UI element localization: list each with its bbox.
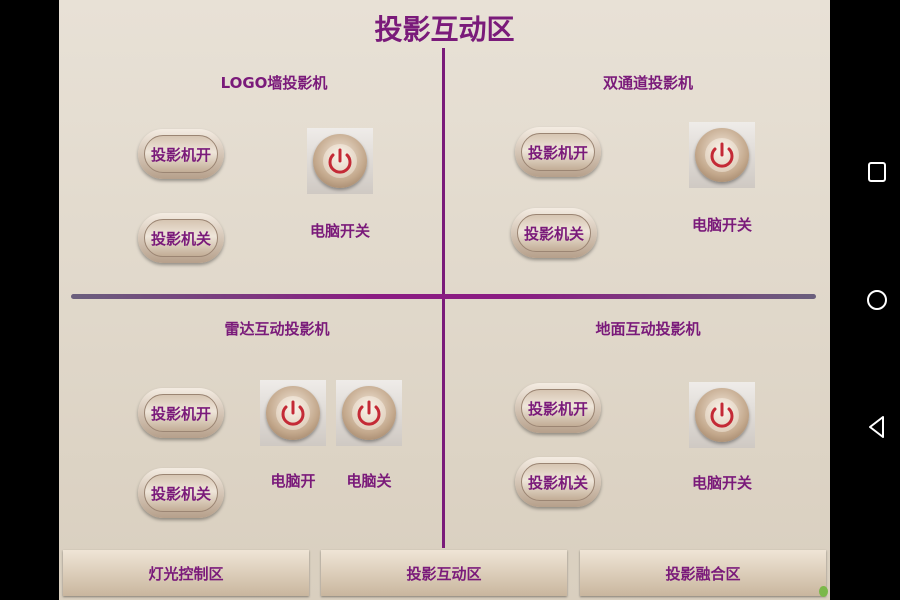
tab-projection-blending[interactable]: 投影融合区	[580, 550, 826, 596]
button-label: 投影机关	[521, 463, 595, 501]
floor-projector-on-button[interactable]: 投影机开	[515, 383, 601, 433]
back-triangle-icon[interactable]	[862, 412, 892, 442]
radar-projector-on-button[interactable]: 投影机开	[138, 388, 224, 438]
quadrant-title-dual-channel: 双通道投影机	[602, 74, 693, 92]
radar-pc-on-button[interactable]: 电脑开	[260, 380, 326, 490]
power-label: 电脑开关	[309, 222, 370, 240]
logo-projector-off-button[interactable]: 投影机关	[138, 213, 224, 263]
power-icon	[710, 142, 734, 168]
button-label: 投影机关	[517, 214, 591, 252]
button-label: 投影机关	[144, 219, 218, 257]
logo-projector-on-button[interactable]: 投影机开	[138, 129, 224, 179]
quadrant-title-floor: 地面互动投影机	[595, 320, 701, 338]
button-label: 投影机开	[144, 135, 218, 173]
tab-lighting-control[interactable]: 灯光控制区	[63, 550, 309, 596]
power-label: 电脑开关	[691, 474, 752, 492]
button-label: 投影机开	[144, 394, 218, 432]
power-icon	[357, 400, 381, 426]
logo-pc-power-button[interactable]: 电脑开关	[307, 128, 373, 240]
left-black-bar	[0, 0, 59, 600]
button-label: 投影机关	[144, 474, 218, 512]
quadrant-title-logo-wall: LOGO墙投影机	[220, 74, 328, 92]
power-icon	[328, 148, 352, 174]
button-label: 投影机开	[521, 389, 595, 427]
floor-pc-power-button[interactable]: 电脑开关	[689, 382, 755, 492]
floor-projector-off-button[interactable]: 投影机关	[515, 457, 601, 507]
dual-projector-on-button[interactable]: 投影机开	[515, 127, 601, 177]
radar-projector-off-button[interactable]: 投影机关	[138, 468, 224, 518]
power-label: 电脑开关	[691, 216, 752, 234]
status-indicator	[819, 586, 828, 597]
quadrant-title-radar: 雷达互动投影机	[224, 320, 330, 338]
dual-projector-off-button[interactable]: 投影机关	[511, 208, 597, 258]
control-screen: 投影互动区 LOGO墙投影机 投影机开 投影机关 电脑开关 双通道投影机 投影机…	[59, 0, 830, 600]
button-label: 投影机开	[521, 133, 595, 171]
tab-projection-interaction[interactable]: 投影互动区	[321, 550, 567, 596]
radar-pc-off-button[interactable]: 电脑关	[336, 380, 402, 490]
power-icon	[281, 400, 305, 426]
home-circle-icon[interactable]	[862, 285, 892, 315]
dual-pc-power-button[interactable]: 电脑开关	[689, 122, 755, 234]
power-label: 电脑关	[346, 472, 392, 490]
horizontal-divider	[71, 294, 816, 299]
power-icon	[710, 402, 734, 428]
page-title: 投影互动区	[374, 13, 515, 46]
recents-square-icon[interactable]	[862, 157, 892, 187]
